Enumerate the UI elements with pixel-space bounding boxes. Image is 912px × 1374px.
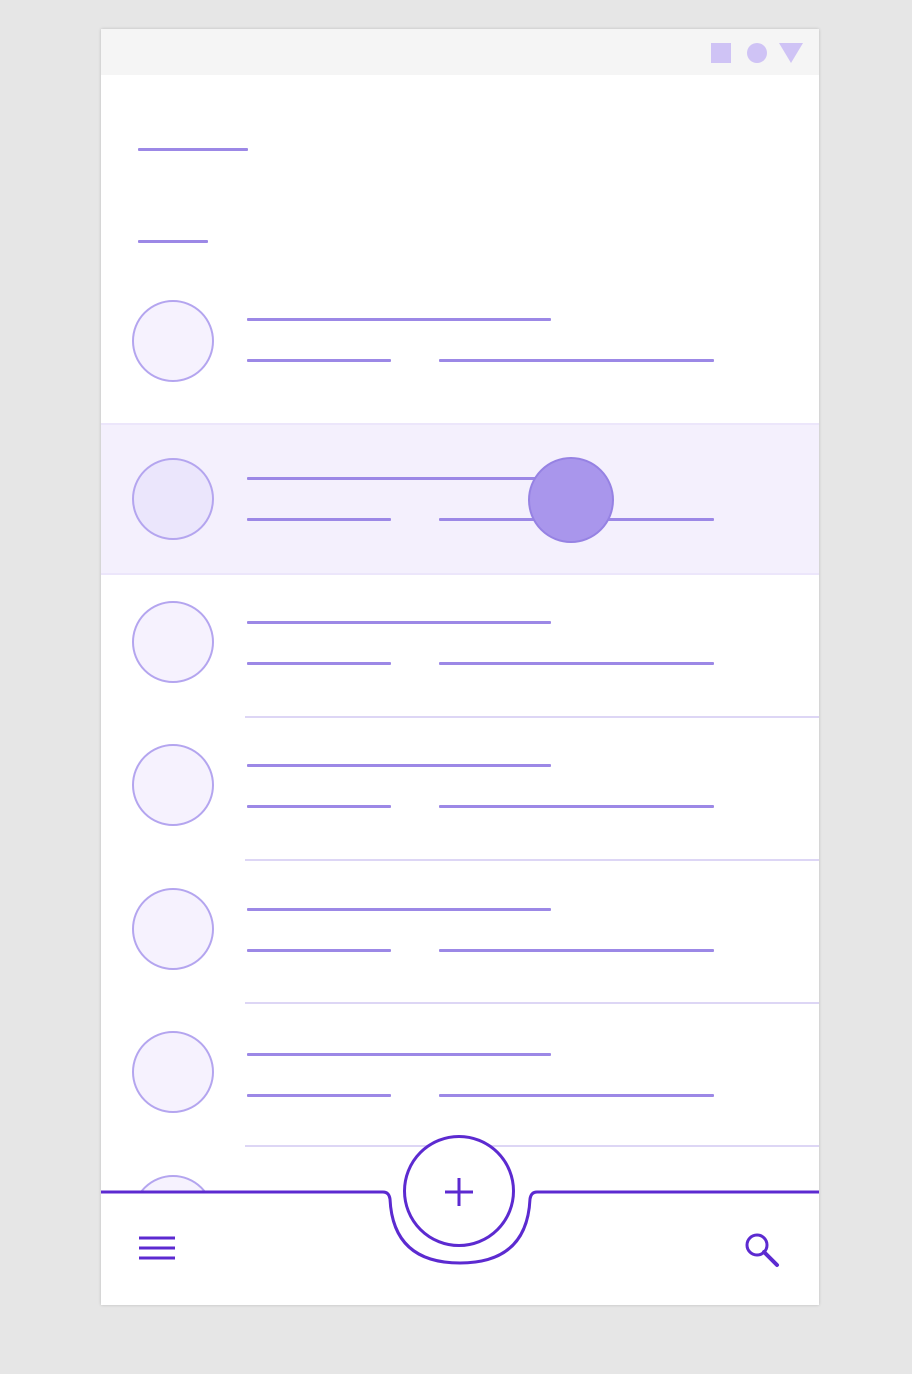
list-item-detail-placeholder <box>439 949 714 952</box>
list-item[interactable] <box>101 280 819 423</box>
avatar <box>132 888 214 970</box>
list-item-title-placeholder <box>247 1053 551 1056</box>
search-icon <box>745 1233 779 1267</box>
list-item-detail-placeholder <box>439 1094 714 1097</box>
avatar <box>132 744 214 826</box>
list-item-subtitle-placeholder <box>247 662 391 665</box>
list-item-detail-placeholder <box>439 662 714 665</box>
list-item-title-placeholder <box>247 764 551 767</box>
list-item[interactable] <box>101 1004 819 1147</box>
list-item-detail-placeholder <box>439 805 714 808</box>
avatar <box>132 1031 214 1113</box>
list-item-subtitle-placeholder <box>247 518 391 521</box>
list-item-subtitle-placeholder <box>247 1094 391 1097</box>
list-item-title-placeholder <box>247 908 551 911</box>
list-item-title-placeholder <box>247 477 551 480</box>
list <box>101 29 819 1305</box>
list-item-subtitle-placeholder <box>247 359 391 362</box>
list-item-title-placeholder <box>247 621 551 624</box>
list-item-detail-placeholder <box>439 359 714 362</box>
list-item[interactable] <box>101 718 819 861</box>
plus-icon <box>445 1178 473 1206</box>
list-item-subtitle-placeholder <box>247 805 391 808</box>
list-item[interactable] <box>101 861 819 1004</box>
search-button[interactable] <box>741 1229 785 1273</box>
add-fab-button[interactable] <box>403 1135 515 1247</box>
list-item-title-placeholder <box>247 318 551 321</box>
menu-icon <box>139 1236 175 1260</box>
avatar <box>132 601 214 683</box>
menu-button[interactable] <box>137 1235 177 1263</box>
phone-screen <box>101 29 819 1305</box>
list-item-selected[interactable] <box>101 423 819 575</box>
list-item-subtitle-placeholder <box>247 949 391 952</box>
list-item[interactable] <box>101 575 819 718</box>
avatar <box>132 300 214 382</box>
touch-ripple <box>528 457 614 543</box>
avatar <box>132 458 214 540</box>
